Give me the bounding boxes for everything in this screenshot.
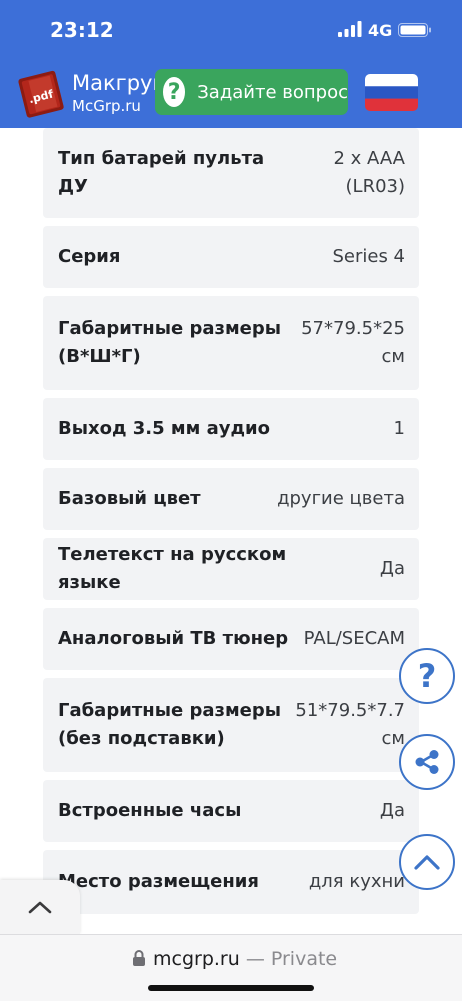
spec-label: Встроенные часы [58,800,242,821]
spec-label: Серия [58,246,121,267]
spec-row-remote-battery: Тип батарей пульта ДУ 2 x AAA (LR03) [43,128,419,218]
chevron-up-icon [414,855,440,870]
spec-label: Тип батарей пульта ДУ [58,148,265,197]
spec-row-dimensions: Габаритные размеры (В*Ш*Г) 57*79.5*25 см [43,296,419,390]
help-button[interactable]: ? [399,648,455,704]
spec-row-series: Серия Series 4 [43,226,419,288]
brand-name[interactable]: Макгруп [72,71,166,95]
share-icon [415,750,439,774]
spec-value: PAL/SECAM [303,628,405,649]
lock-icon [133,950,145,966]
private-mode-label: Private [270,948,338,970]
spec-label: Место размещения [58,871,259,892]
spec-value: 57*79.5*25 см [301,318,405,367]
spec-value: 51*79.5*7.7 см [295,700,405,749]
spec-row-base-color: Базовый цвет другие цвета [43,468,419,530]
spec-value: Да [379,558,405,579]
question-icon: ? [163,77,186,107]
specs-content: Тип батарей пульта ДУ 2 x AAA (LR03) Сер… [0,128,462,934]
spec-row-clock: Встроенные часы Да [43,780,419,842]
url-separator: — [239,948,271,970]
toolbar-expand-tab[interactable] [0,880,80,934]
question-icon: ? [417,657,437,695]
status-bar: 23:12 4G [0,0,462,56]
scroll-top-button[interactable] [399,834,455,890]
status-time: 23:12 [50,18,114,42]
url-domain: mcgrp.ru [153,948,240,970]
spec-label: Габаритные размеры (без подставки) [58,700,282,749]
ask-question-label: Задайте вопрос [197,81,348,103]
spec-value: 2 x AAA (LR03) [333,148,406,197]
brand-domain[interactable]: McGrp.ru [72,97,141,115]
browser-address-bar[interactable]: mcgrp.ru — Private [0,934,462,1001]
spec-label: Габаритные размеры (В*Ш*Г) [58,318,282,367]
battery-icon [398,23,431,37]
spec-value: другие цвета [277,488,405,509]
share-button[interactable] [399,734,455,790]
spec-row-teletext: Телетекст на русском языке Да [43,538,419,600]
spec-row-placement: Место размещения для кухни [43,850,419,914]
spec-row-analog-tuner: Аналоговый ТВ тюнер PAL/SECAM [43,608,419,670]
spec-value: для кухни [308,871,405,892]
signal-bars-icon [338,21,362,37]
home-indicator[interactable] [148,985,314,991]
spec-value: Да [379,800,405,821]
network-type: 4G [368,21,393,40]
spec-value: 1 [393,418,405,439]
chevron-up-icon [28,901,52,914]
spec-label: Выход 3.5 мм аудио [58,418,271,439]
spec-row-audio-out: Выход 3.5 мм аудио 1 [43,398,419,460]
ask-question-button[interactable]: ? Задайте вопрос [155,69,348,115]
russia-flag-icon[interactable] [365,74,418,111]
spec-value: Series 4 [332,246,405,267]
url-text[interactable]: mcgrp.ru — Private [153,948,337,970]
spec-label: Телетекст на русском языке [58,544,287,593]
spec-label: Аналоговый ТВ тюнер [58,628,289,649]
site-header: .pdf Макгруп McGrp.ru ? Задайте вопрос [0,56,462,128]
spec-label: Базовый цвет [58,488,201,509]
spec-row-dimensions-no-stand: Габаритные размеры (без подставки) 51*79… [43,678,419,772]
pdf-logo-icon[interactable]: .pdf [14,66,70,122]
